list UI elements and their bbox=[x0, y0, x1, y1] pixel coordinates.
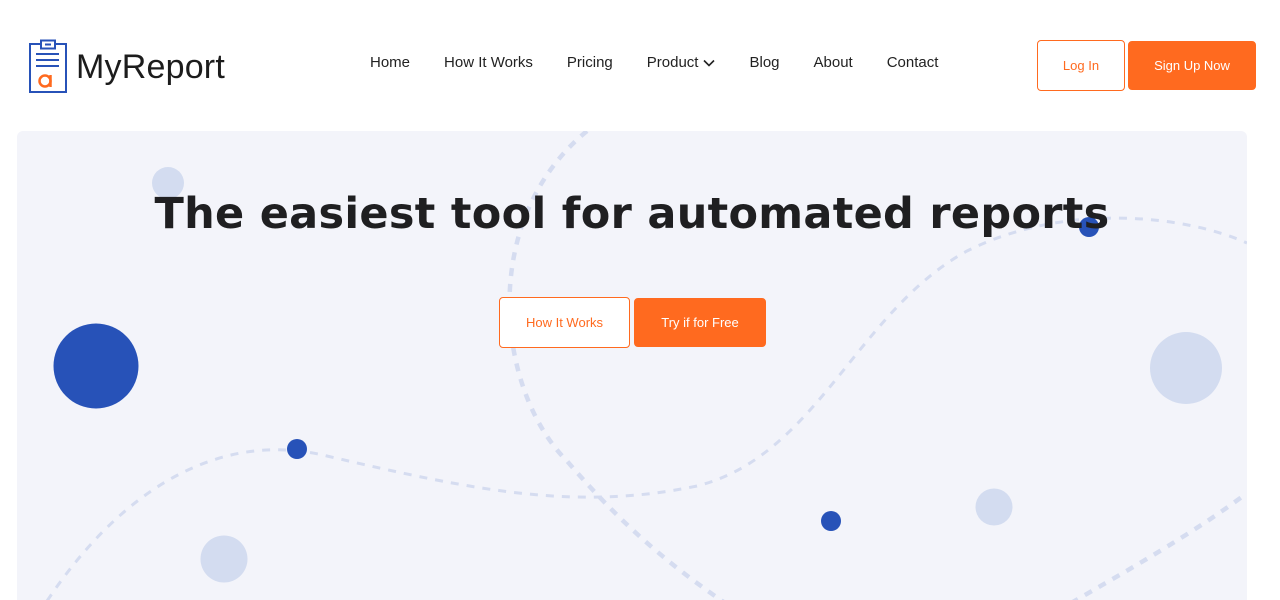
decor-dot-small-blue-left bbox=[287, 439, 307, 459]
decor-dot-right-large bbox=[1150, 332, 1222, 404]
chevron-down-icon bbox=[703, 59, 716, 67]
nav-item-blog[interactable]: Blog bbox=[732, 52, 796, 74]
nav-item-home[interactable]: Home bbox=[353, 52, 427, 74]
clipboard-report-icon bbox=[29, 39, 67, 93]
decor-dot-big-blue bbox=[53, 323, 139, 409]
dashed-curve-bottom-right bbox=[1071, 491, 1247, 600]
hero-section: The easiest tool for automated reports H… bbox=[17, 131, 1247, 600]
login-button[interactable]: Log In bbox=[1037, 40, 1125, 91]
brand-name: MyReport bbox=[76, 47, 225, 86]
main-nav: Home How It Works Pricing Product Blog A… bbox=[353, 52, 955, 74]
decor-dot-bottom-right bbox=[975, 488, 1013, 526]
decor-dot-bottom-left bbox=[200, 535, 248, 583]
decor-dot-small-blue-bottom bbox=[821, 511, 841, 531]
nav-item-product-label: Product bbox=[646, 54, 699, 71]
hero-title: The easiest tool for automated reports bbox=[154, 189, 1110, 239]
nav-item-about[interactable]: About bbox=[797, 52, 870, 74]
brand-logo[interactable]: MyReport bbox=[28, 39, 225, 94]
signup-button[interactable]: Sign Up Now bbox=[1128, 41, 1256, 90]
nav-item-pricing[interactable]: Pricing bbox=[550, 52, 630, 74]
nav-item-how-it-works[interactable]: How It Works bbox=[427, 52, 550, 74]
how-it-works-button[interactable]: How It Works bbox=[499, 297, 630, 348]
site-header: MyReport Home How It Works Pricing Produ… bbox=[0, 0, 1280, 130]
nav-item-contact[interactable]: Contact bbox=[870, 52, 956, 74]
nav-item-product[interactable]: Product bbox=[630, 52, 733, 74]
try-free-button[interactable]: Try if for Free bbox=[634, 298, 766, 347]
